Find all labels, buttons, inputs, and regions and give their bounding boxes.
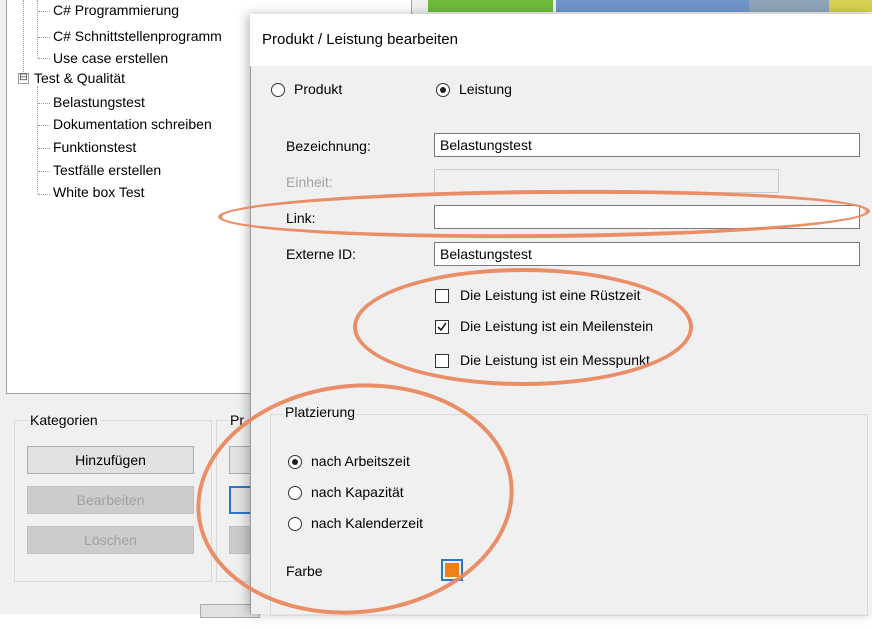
tree-item-belastungstest[interactable]: Belastungstest: [53, 94, 145, 110]
tree-item-use-case[interactable]: Use case erstellen: [53, 50, 168, 66]
gantt-bar-blue: [556, 0, 749, 12]
tree-item-test-qualitaet[interactable]: Test & Qualität: [34, 70, 125, 86]
tree-item-white-box-test[interactable]: White box Test: [53, 184, 145, 200]
kategorien-title: Kategorien: [28, 412, 100, 428]
radio-produkt[interactable]: [271, 83, 285, 97]
tree-item-csharp-schnittstellen[interactable]: C# Schnittstellenprogramm: [53, 28, 222, 44]
collapse-icon[interactable]: ⊟: [18, 73, 29, 84]
externe-id-input[interactable]: Belastungstest: [434, 242, 860, 266]
radio-leistung-label: Leistung: [459, 81, 512, 97]
radio-leistung[interactable]: [436, 83, 450, 97]
gantt-bar-green: [428, 0, 553, 12]
externe-id-label: Externe ID:: [286, 246, 357, 262]
dialog-title: Produkt / Leistung bearbeiten: [262, 31, 458, 48]
tree-item-csharp-programmierung[interactable]: C# Programmierung: [53, 2, 179, 18]
bezeichnung-label: Bezeichnung:: [286, 138, 371, 154]
gantt-bar-yellow: [829, 0, 872, 12]
dialog-titlebar[interactable]: Produkt / Leistung bearbeiten: [250, 14, 872, 66]
gantt-bar-grey: [749, 0, 829, 12]
tree-item-funktionstest[interactable]: Funktionstest: [53, 139, 136, 155]
annotation-ellipse-checkboxes: [353, 268, 693, 386]
radio-produkt-label: Produkt: [294, 81, 343, 97]
bezeichnung-input[interactable]: Belastungstest: [434, 133, 860, 157]
add-category-button[interactable]: Hinzufügen: [27, 446, 194, 474]
einheit-label: Einheit:: [286, 174, 333, 190]
tree-item-dokumentation[interactable]: Dokumentation schreiben: [53, 116, 212, 132]
tree-item-testfaelle[interactable]: Testfälle erstellen: [53, 162, 161, 178]
edit-category-button[interactable]: Bearbeiten: [27, 486, 194, 514]
delete-category-button[interactable]: Löschen: [27, 526, 194, 554]
